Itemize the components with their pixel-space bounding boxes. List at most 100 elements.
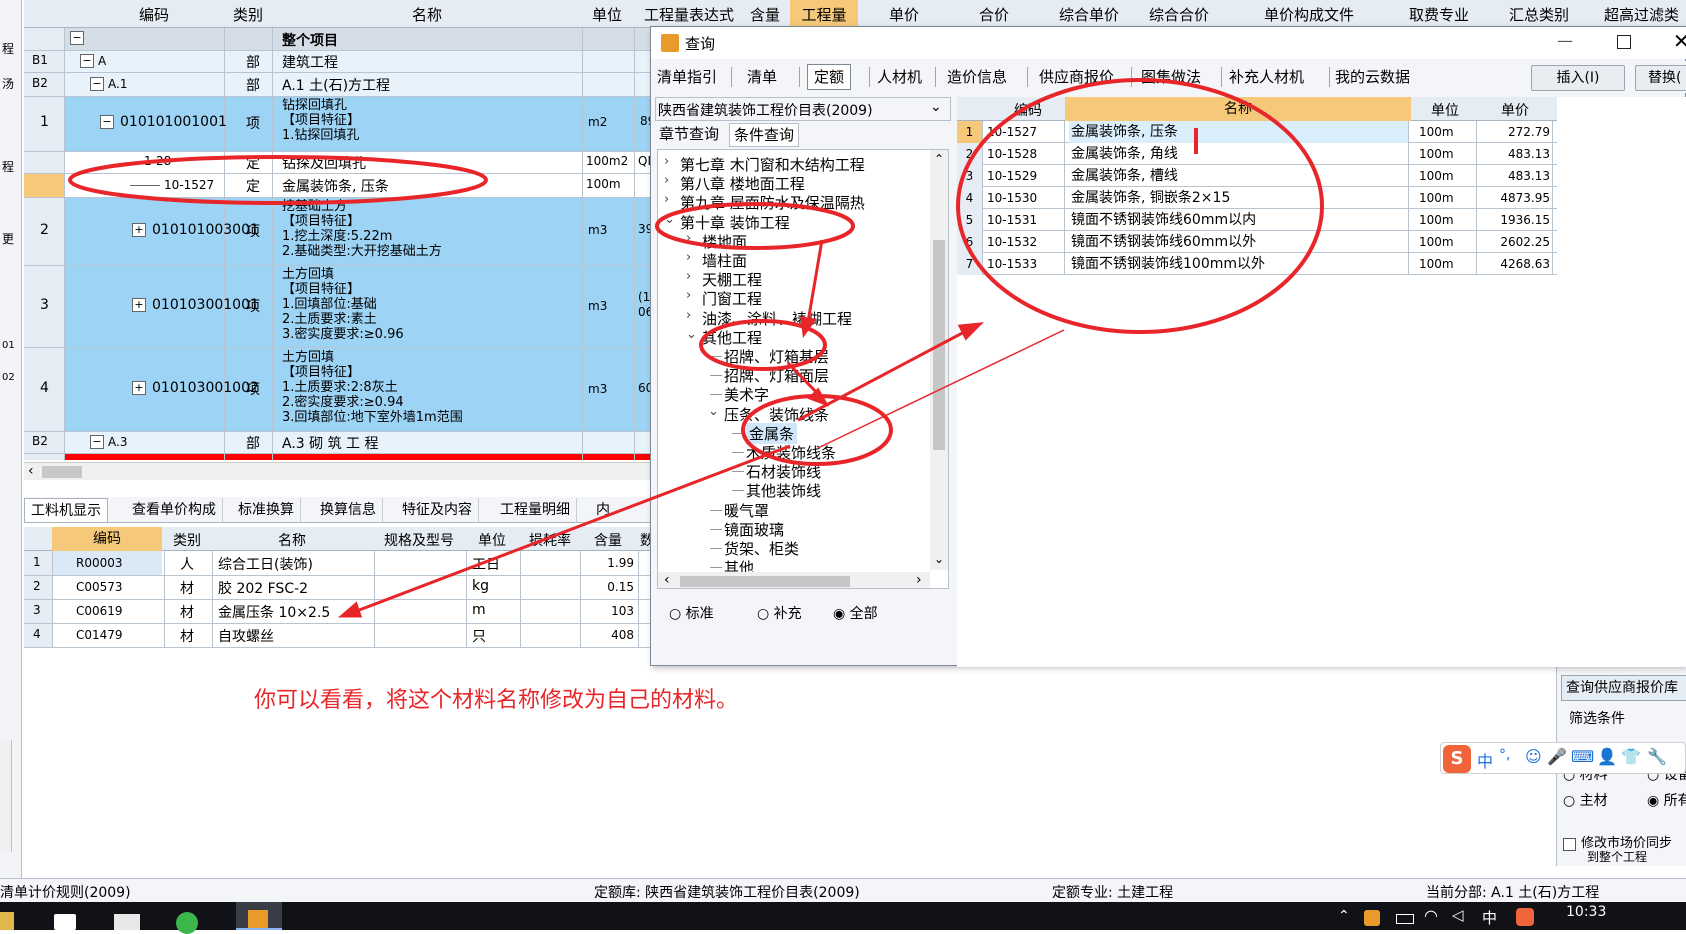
- tab-convert-info[interactable]: 换算信息: [314, 498, 383, 522]
- tree-node[interactable]: ⌄ 压条、装饰线条: [658, 404, 928, 424]
- tray-app-icon[interactable]: [1364, 910, 1380, 926]
- tree-node[interactable]: › 第七章 木门窗和木结构工程: [658, 154, 928, 174]
- tab-resource-display[interactable]: 工料机显示: [24, 498, 108, 522]
- microphone-icon[interactable]: 🎤: [1547, 747, 1567, 766]
- material-row[interactable]: 3 C00619 材 金属压条 10×2.5 m 103: [24, 599, 664, 623]
- ime-mode-label[interactable]: 中: [1477, 748, 1493, 772]
- insert-button[interactable]: 插入(I): [1531, 65, 1625, 91]
- tree-node[interactable]: › 楼地面: [658, 231, 928, 251]
- browser-icon[interactable]: [176, 912, 198, 934]
- tree-node[interactable]: 美术字: [658, 384, 928, 404]
- tree-node[interactable]: › 油漆、涂料、裱糊工程: [658, 308, 928, 328]
- radio-all-quota[interactable]: ◉ 全部: [833, 603, 878, 623]
- res-header-name[interactable]: 名称: [1065, 97, 1411, 121]
- scroll-up-icon[interactable]: ⌃: [934, 152, 944, 166]
- collapse-icon[interactable]: −: [70, 31, 84, 45]
- expand-icon[interactable]: +: [132, 298, 146, 312]
- col-header-fee-spec[interactable]: 取费专业: [1394, 4, 1484, 25]
- emoji-icon[interactable]: ☺: [1525, 747, 1542, 766]
- radio-supplement[interactable]: ○ 补充: [757, 603, 802, 623]
- result-row[interactable]: 4 10-1530 金属装饰条, 铜嵌条2×15 100m 4873.95: [957, 187, 1557, 209]
- dialog-titlebar[interactable]: 查询 — ✕: [651, 27, 1686, 59]
- store-icon[interactable]: [54, 914, 76, 930]
- col-header-code[interactable]: 编码: [64, 4, 244, 25]
- close-icon[interactable]: ✕: [1673, 29, 1686, 53]
- minimize-icon[interactable]: —: [1557, 31, 1573, 50]
- sogou-tray-icon[interactable]: [1516, 908, 1534, 926]
- table-row[interactable]: − 整个项目: [24, 28, 684, 50]
- tab-bill[interactable]: 清单: [747, 65, 777, 89]
- table-row[interactable]: 1-28 定 钻探及回填孔 100m2 QDL: [24, 151, 684, 173]
- battery-icon[interactable]: [1396, 914, 1414, 924]
- col-header-summary[interactable]: 汇总类别: [1494, 4, 1584, 25]
- tab-more[interactable]: 内: [590, 498, 616, 522]
- expand-icon[interactable]: +: [132, 381, 146, 395]
- col-header-content[interactable]: 含量: [740, 4, 790, 25]
- chevron-right-icon[interactable]: ›: [686, 288, 691, 303]
- tree-hscroll-thumb[interactable]: [680, 576, 850, 587]
- table-row[interactable]: B1 − A 部 建筑工程: [24, 50, 684, 72]
- tree-node[interactable]: 木质装饰线条: [658, 442, 928, 462]
- tab-quota[interactable]: 定额: [807, 64, 852, 90]
- tray-up-icon[interactable]: ⌃: [1338, 908, 1350, 924]
- table-row[interactable]: 1 − 010101001001 项 钻探回填孔 【项目特征】 1.钻探回填孔 …: [24, 96, 684, 151]
- expand-icon[interactable]: +: [132, 223, 146, 237]
- radio-standard[interactable]: ○ 标准: [669, 603, 714, 623]
- ime-toolbar[interactable]: S 中 °, ☺ 🎤 ⌨ 👤 👕 🔧: [1440, 742, 1686, 774]
- collapse-icon[interactable]: −: [90, 435, 104, 449]
- scroll-thumb[interactable]: [42, 466, 82, 478]
- collapse-icon[interactable]: −: [100, 115, 114, 129]
- tree-node[interactable]: 货架、柜类: [658, 538, 928, 558]
- subtab-chapter[interactable]: 章节查询: [657, 123, 721, 145]
- col-header-unit-price[interactable]: 单价: [864, 4, 944, 25]
- tree-node[interactable]: 金属条: [658, 422, 928, 444]
- supplier-query-button[interactable]: 查询供应商报价库: [1561, 675, 1686, 701]
- maximize-icon[interactable]: [1617, 35, 1631, 49]
- tree-vscroll-thumb[interactable]: [933, 240, 945, 450]
- res-header-code[interactable]: 编码: [983, 100, 1073, 120]
- tab-resources[interactable]: 人材机: [877, 65, 922, 89]
- tree-node[interactable]: 石材装饰线: [658, 461, 928, 481]
- mail-icon[interactable]: [114, 914, 140, 930]
- tree-node[interactable]: 暖气罩: [658, 500, 928, 520]
- col-header-type[interactable]: 类别: [224, 4, 272, 25]
- tab-bill-guide[interactable]: 清单指引: [657, 65, 717, 89]
- col-header-total-price[interactable]: 合价: [954, 4, 1034, 25]
- tree-node[interactable]: › 第八章 楼地面工程: [658, 173, 928, 193]
- volume-icon[interactable]: ◁: [1452, 906, 1464, 924]
- chevron-down-icon[interactable]: ⌄: [664, 212, 675, 227]
- clock[interactable]: 10:33: [1566, 904, 1606, 920]
- chevron-right-icon[interactable]: ›: [664, 173, 669, 188]
- col-header-comp-unit[interactable]: 综合单价: [1044, 4, 1134, 25]
- wifi-icon[interactable]: ◠: [1424, 906, 1438, 925]
- mat-header-content[interactable]: 含量: [580, 530, 636, 550]
- material-row[interactable]: 2 C00573 材 胶 202 FSC-2 kg 0.15: [24, 575, 664, 599]
- ime-punct-icon[interactable]: °,: [1499, 747, 1510, 763]
- tab-features[interactable]: 特征及内容: [396, 498, 479, 522]
- tab-cost-info[interactable]: 造价信息: [947, 65, 1007, 89]
- library-select[interactable]: 陕西省建筑装饰工程价目表(2009) ⌄: [655, 97, 951, 121]
- chevron-right-icon[interactable]: ›: [686, 250, 691, 265]
- hscroll-left-icon[interactable]: ‹: [664, 572, 670, 588]
- tab-cloud-data[interactable]: 我的云数据: [1335, 65, 1410, 89]
- tree-node[interactable]: › 墙柱面: [658, 250, 928, 270]
- tools-icon[interactable]: 🔧: [1647, 747, 1667, 766]
- table-row[interactable]: B2 − A.1 部 A.1 土(石)方工程: [24, 72, 684, 96]
- user-icon[interactable]: 👤: [1597, 747, 1617, 766]
- result-row[interactable]: 1 10-1527 金属装饰条, 压条 100m 272.79: [957, 121, 1557, 143]
- chevron-down-icon[interactable]: ⌄: [686, 327, 697, 342]
- tab-standard-convert[interactable]: 标准换算: [232, 498, 301, 522]
- col-header-quantity[interactable]: 工程量: [790, 0, 858, 28]
- col-header-unit[interactable]: 单位: [582, 4, 632, 25]
- keyboard-icon[interactable]: ⌨: [1571, 747, 1594, 766]
- result-row[interactable]: 7 10-1533 镜面不锈钢装饰线100mm以外 100m 4268.63: [957, 253, 1557, 275]
- mat-header-loss[interactable]: 损耗率: [520, 530, 580, 550]
- replace-button[interactable]: 替换(: [1635, 65, 1686, 91]
- chevron-down-icon[interactable]: ⌄: [708, 404, 719, 419]
- tree-node[interactable]: › 第九章 屋面防水及保温隔热: [658, 192, 928, 212]
- tab-unit-price-build[interactable]: 查看单价构成: [126, 498, 223, 522]
- mat-header-name[interactable]: 名称: [212, 530, 372, 550]
- horizontal-scrollbar[interactable]: ‹: [24, 462, 684, 480]
- mat-header-spec[interactable]: 规格及型号: [374, 530, 464, 550]
- col-header-comp-total[interactable]: 综合合价: [1134, 4, 1224, 25]
